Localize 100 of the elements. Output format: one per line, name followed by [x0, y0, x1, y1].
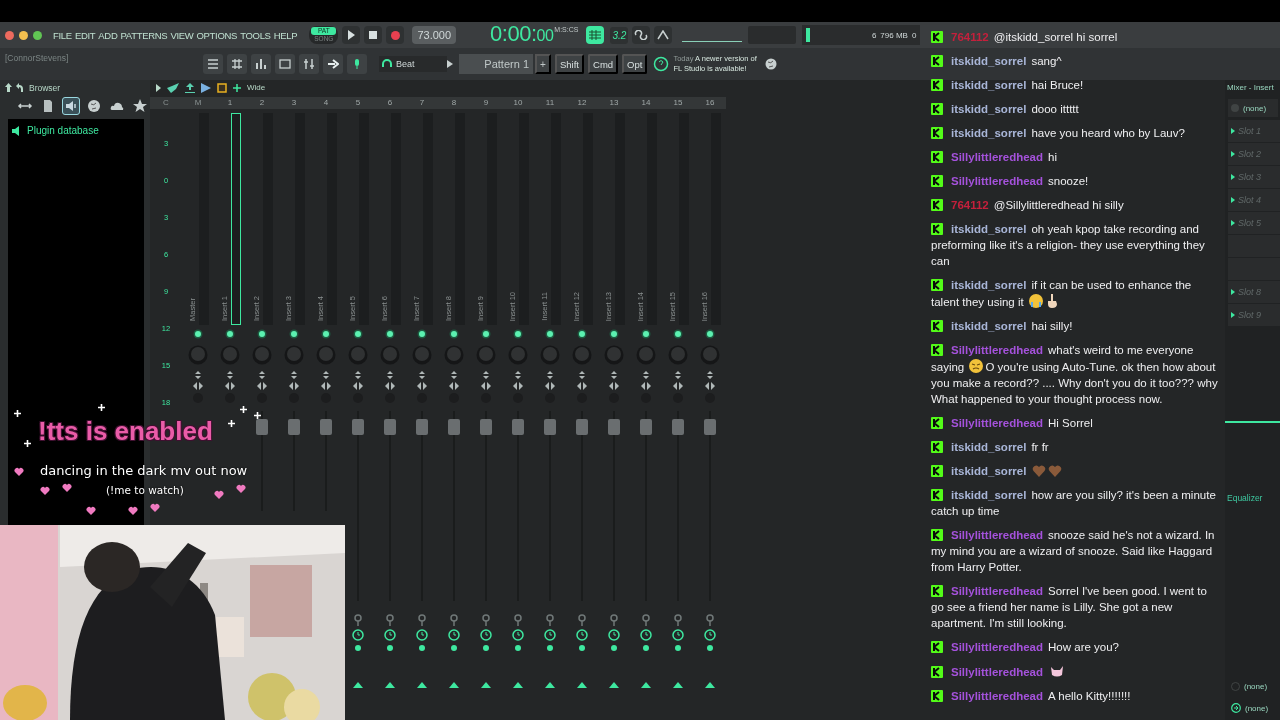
led-icon[interactable]	[577, 329, 587, 339]
caret-icon[interactable]	[705, 682, 715, 688]
menu-item[interactable]: OPTIONS	[196, 29, 238, 41]
tempo-field[interactable]: 73.000	[412, 26, 457, 44]
routing-icon[interactable]	[418, 614, 426, 626]
list-button[interactable]	[203, 54, 223, 74]
loop-button[interactable]	[632, 26, 651, 44]
routing-icon[interactable]	[706, 614, 714, 626]
caret-icon[interactable]	[417, 682, 427, 688]
clock-icon[interactable]	[672, 629, 684, 641]
swap-vertical-icon[interactable]	[578, 371, 586, 379]
routing-icon[interactable]	[386, 614, 394, 626]
volume-fader[interactable]	[608, 411, 620, 601]
swap-vertical-icon[interactable]	[674, 371, 682, 379]
output-selector[interactable]: (none)	[1225, 699, 1280, 717]
routing-icon[interactable]	[514, 614, 522, 626]
caret-icon[interactable]	[481, 682, 491, 688]
swap-vertical-icon[interactable]	[322, 371, 330, 379]
close-button[interactable]	[5, 30, 14, 40]
chat-username[interactable]: itskidd_sorrel	[951, 441, 1027, 453]
led-icon[interactable]	[353, 329, 363, 339]
snap-label[interactable]: 3.2	[610, 26, 629, 44]
view-label[interactable]: Wide	[247, 83, 266, 92]
dot-icon[interactable]	[675, 645, 681, 651]
chat-username[interactable]: Sillylittleredhead	[951, 151, 1044, 163]
led-icon[interactable]	[385, 329, 395, 339]
swap-horizontal-icon[interactable]	[545, 382, 555, 390]
zoom-button[interactable]	[33, 30, 42, 40]
chat-username[interactable]: itskidd_sorrel	[951, 79, 1027, 91]
swap-vertical-icon[interactable]	[482, 371, 490, 379]
chat-username[interactable]: Sillylittleredhead	[951, 344, 1044, 356]
routing-icon[interactable]	[578, 614, 586, 626]
swap-vertical-icon[interactable]	[386, 371, 394, 379]
swap-horizontal-icon[interactable]	[577, 382, 587, 390]
clock-icon[interactable]	[448, 629, 460, 641]
dot-icon[interactable]	[547, 645, 553, 651]
swap-vertical-icon[interactable]	[610, 371, 618, 379]
caret-icon[interactable]	[353, 682, 363, 688]
modifier-key-button[interactable]: Shift	[555, 54, 584, 74]
swap-horizontal-icon[interactable]	[225, 382, 235, 390]
arrow-up-icon[interactable]	[5, 83, 12, 92]
volume-fader[interactable]	[480, 411, 492, 601]
clock-icon[interactable]	[576, 629, 588, 641]
clock-icon[interactable]	[544, 629, 556, 641]
swap-horizontal-icon[interactable]	[513, 382, 523, 390]
chat-username[interactable]: itskidd_sorrel	[951, 223, 1027, 235]
led-icon[interactable]	[673, 329, 683, 339]
clock-icon[interactable]	[704, 629, 716, 641]
swap-vertical-icon[interactable]	[642, 371, 650, 379]
play-icon[interactable]	[156, 83, 161, 92]
dot-icon[interactable]	[611, 645, 617, 651]
routing-icon[interactable]	[546, 614, 554, 626]
arrow-button[interactable]	[323, 54, 343, 74]
volume-fader[interactable]	[704, 411, 716, 601]
routing-icon[interactable]	[642, 614, 650, 626]
browser-tab[interactable]	[62, 97, 80, 115]
swap-vertical-icon[interactable]	[418, 371, 426, 379]
routing-icon[interactable]	[482, 614, 490, 626]
volume-fader[interactable]	[544, 411, 556, 601]
pattern-selector[interactable]: Pattern 1	[459, 54, 533, 74]
dot-icon[interactable]	[643, 645, 649, 651]
chat-username[interactable]: itskidd_sorrel	[951, 489, 1027, 501]
led-icon[interactable]	[257, 329, 267, 339]
swap-vertical-icon[interactable]	[514, 371, 522, 379]
modifier-key-button[interactable]: Opt	[622, 54, 648, 74]
chat-username[interactable]: itskidd_sorrel	[951, 55, 1027, 67]
menu-item[interactable]: HELP	[273, 29, 298, 41]
preset-selector[interactable]: Beat	[379, 56, 447, 72]
swap-horizontal-icon[interactable]	[353, 382, 363, 390]
volume-fader[interactable]	[320, 411, 332, 511]
swap-vertical-icon[interactable]	[226, 371, 234, 379]
routing-icon[interactable]	[610, 614, 618, 626]
add-pattern-button[interactable]: +	[535, 54, 551, 74]
swap-horizontal-icon[interactable]	[609, 382, 619, 390]
dot-icon[interactable]	[419, 645, 425, 651]
led-icon[interactable]	[321, 329, 331, 339]
caret-icon[interactable]	[513, 682, 523, 688]
caret-icon[interactable]	[449, 682, 459, 688]
modifier-key-button[interactable]: Cmd	[588, 54, 619, 74]
led-icon[interactable]	[641, 329, 651, 339]
clock-icon[interactable]	[384, 629, 396, 641]
chat-username[interactable]: itskidd_sorrel	[951, 103, 1027, 115]
led-icon[interactable]	[289, 329, 299, 339]
chat-username[interactable]: itskidd_sorrel	[951, 465, 1027, 477]
routing-icon[interactable]	[674, 614, 682, 626]
chat-username[interactable]: itskidd_sorrel	[951, 127, 1027, 139]
swap-vertical-icon[interactable]	[546, 371, 554, 379]
routing-icon[interactable]	[354, 614, 362, 626]
clock-icon[interactable]	[480, 629, 492, 641]
volume-fader[interactable]	[448, 411, 460, 601]
led-icon[interactable]	[609, 329, 619, 339]
volume-fader[interactable]	[640, 411, 652, 601]
led-icon[interactable]	[545, 329, 555, 339]
led-icon[interactable]	[481, 329, 491, 339]
dot-icon[interactable]	[451, 645, 457, 651]
window-button[interactable]	[275, 54, 295, 74]
led-icon[interactable]	[449, 329, 459, 339]
caret-icon[interactable]	[577, 682, 587, 688]
led-icon[interactable]	[225, 329, 235, 339]
grid-button[interactable]	[227, 54, 247, 74]
